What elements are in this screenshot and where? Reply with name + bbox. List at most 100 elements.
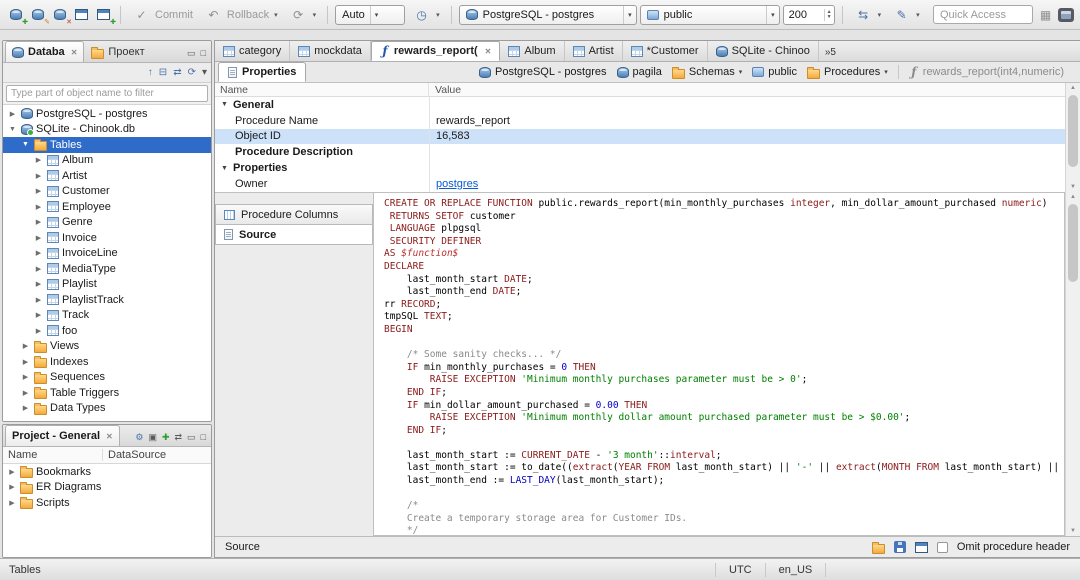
editor-tab-mockdata[interactable]: mockdata bbox=[290, 41, 371, 61]
property-row-procedure-name[interactable]: Procedure Name rewards_report bbox=[215, 112, 1065, 129]
tree-item-data-types[interactable]: ▶ Data Types bbox=[3, 401, 211, 417]
column-header-datasource[interactable]: DataSource bbox=[103, 449, 166, 461]
close-tab-icon[interactable]: ✕ bbox=[485, 47, 492, 56]
chevron-down-icon[interactable]: ▾ bbox=[623, 5, 632, 24]
chevron-right-icon[interactable]: ▶ bbox=[33, 203, 44, 211]
new-connection-icon[interactable]: ✚ bbox=[6, 5, 28, 26]
side-tab-source[interactable]: Source bbox=[215, 224, 373, 245]
tab-project-general[interactable]: Project - General ✕ bbox=[5, 425, 120, 446]
open-file-icon[interactable] bbox=[871, 541, 885, 554]
chevron-right-icon[interactable]: ▶ bbox=[33, 265, 44, 273]
minimize-icon[interactable]: ▭ bbox=[187, 48, 196, 59]
tab-properties[interactable]: Properties bbox=[218, 62, 307, 82]
column-header-name[interactable]: Name bbox=[3, 449, 103, 461]
project-item-bookmarks[interactable]: ▶ Bookmarks bbox=[3, 464, 211, 480]
breadcrumb-item-schemas[interactable]: Schemas ▾ bbox=[671, 66, 743, 79]
chevron-down-icon[interactable]: ▼ bbox=[20, 141, 31, 148]
home-icon[interactable]: ↑ bbox=[148, 67, 153, 78]
property-row-object-id[interactable]: Object ID 16,583 bbox=[215, 128, 1065, 145]
view-menu-icon[interactable]: ▾ bbox=[202, 67, 207, 78]
chevron-right-icon[interactable]: ▶ bbox=[33, 311, 44, 319]
grid-column-value[interactable]: Value bbox=[429, 84, 461, 96]
property-row-procedure-description[interactable]: Procedure Description bbox=[215, 144, 1065, 161]
chevron-right-icon[interactable]: ▶ bbox=[7, 483, 17, 491]
tree-item-artist[interactable]: ▶ Artist bbox=[3, 168, 211, 184]
chevron-down-icon[interactable]: ▾ bbox=[739, 68, 743, 76]
tree-item-indexes[interactable]: ▶ Indexes bbox=[3, 354, 211, 370]
chevron-right-icon[interactable]: ▶ bbox=[33, 187, 44, 195]
chevron-right-icon[interactable]: ▶ bbox=[33, 249, 44, 257]
side-tab-procedure-columns[interactable]: Procedure Columns bbox=[215, 204, 373, 225]
chevron-right-icon[interactable]: ▶ bbox=[20, 373, 31, 381]
chevron-right-icon[interactable]: ▶ bbox=[33, 327, 44, 335]
tab-database-navigator[interactable]: Databa ✕ bbox=[5, 41, 85, 62]
tree-item-customer[interactable]: ▶ Customer bbox=[3, 184, 211, 200]
delete-connection-icon[interactable]: ✕ bbox=[50, 5, 72, 26]
editor-tab-rewards-report[interactable]: rewards_report(✕ bbox=[370, 41, 501, 61]
property-row-properties[interactable]: ▼ Properties bbox=[215, 160, 1065, 176]
tree-item-tables[interactable]: ▼ Tables bbox=[3, 137, 211, 153]
grid-column-name[interactable]: Name bbox=[215, 83, 429, 96]
chevron-right-icon[interactable]: ▶ bbox=[7, 110, 18, 118]
close-tab-icon[interactable]: ✕ bbox=[106, 432, 113, 441]
scroll-up-icon[interactable]: ▲ bbox=[1066, 194, 1080, 200]
chevron-right-icon[interactable]: ▶ bbox=[20, 389, 31, 397]
chevron-right-icon[interactable]: ▶ bbox=[7, 468, 17, 476]
new-sql-editor-icon[interactable]: ✚ bbox=[94, 5, 116, 26]
tree-item-playlist[interactable]: ▶ Playlist bbox=[3, 277, 211, 293]
commit-button[interactable]: ✓ Commit bbox=[128, 5, 197, 25]
breadcrumb-item-public[interactable]: public bbox=[752, 66, 797, 78]
sql-editor-icon[interactable] bbox=[72, 5, 91, 24]
scrollbar-thumb[interactable] bbox=[1068, 95, 1078, 167]
chevron-right-icon[interactable]: ▶ bbox=[33, 296, 44, 304]
project-item-er-diagrams[interactable]: ▶ ER Diagrams bbox=[3, 480, 211, 496]
edit-mode-button[interactable]: ✎ ▾ bbox=[888, 5, 924, 25]
link-with-editor-icon[interactable]: ⇄ bbox=[175, 432, 183, 443]
breadcrumb-item-postgresql-postgres[interactable]: PostgreSQL - postgres bbox=[479, 66, 607, 78]
tree-item-postgresql-postgres[interactable]: ▶ PostgreSQL - postgres bbox=[3, 106, 211, 122]
tree-item-table-triggers[interactable]: ▶ Table Triggers bbox=[3, 385, 211, 401]
property-row-general[interactable]: ▼ General bbox=[215, 97, 1065, 113]
chevron-right-icon[interactable]: ▶ bbox=[33, 172, 44, 180]
scroll-down-icon[interactable]: ▼ bbox=[1066, 528, 1080, 534]
chevron-down-icon[interactable]: ▼ bbox=[7, 126, 18, 133]
chevron-down-icon[interactable]: ▾ bbox=[878, 11, 882, 19]
tree-item-track[interactable]: ▶ Track bbox=[3, 308, 211, 324]
editor-tab-category[interactable]: category bbox=[215, 41, 291, 61]
chevron-right-icon[interactable]: ▶ bbox=[33, 156, 44, 164]
rollback-dropdown-icon[interactable]: ▾ bbox=[274, 11, 278, 19]
editor-tab-album[interactable]: Album bbox=[500, 41, 565, 61]
collapse-all-icon[interactable]: ⊟ bbox=[159, 67, 167, 78]
quick-access-input[interactable]: Quick Access bbox=[933, 5, 1033, 24]
tree-item-invoiceline[interactable]: ▶ InvoiceLine bbox=[3, 246, 211, 262]
tree-item-sqlite-chinook-db[interactable]: ▼ SQLite - Chinook.db bbox=[3, 122, 211, 138]
editor-tab-customer[interactable]: *Customer bbox=[623, 41, 708, 61]
tab-projects[interactable]: Проект bbox=[84, 41, 151, 62]
chevron-right-icon[interactable]: ▶ bbox=[20, 404, 31, 412]
chevron-right-icon[interactable]: ▶ bbox=[33, 234, 44, 242]
editor-tab-sqlite-chinoo[interactable]: SQLite - Chinoo bbox=[708, 41, 819, 61]
editor-tab-artist[interactable]: Artist bbox=[565, 41, 623, 61]
scrollbar-thumb[interactable] bbox=[1068, 204, 1078, 282]
add-icon[interactable]: ✚ bbox=[162, 432, 170, 443]
property-row-owner[interactable]: Owner postgres bbox=[215, 175, 1065, 192]
auto-refresh-dropdown-icon[interactable]: ▾ bbox=[436, 11, 440, 19]
edit-connection-icon[interactable]: ✎ bbox=[28, 5, 50, 26]
chevron-down-icon[interactable]: ▾ bbox=[369, 5, 378, 24]
save-icon[interactable] bbox=[893, 541, 906, 553]
tree-item-sequences[interactable]: ▶ Sequences bbox=[3, 370, 211, 386]
commit-mode-combo[interactable]: Auto ▾ bbox=[335, 4, 406, 25]
chevron-right-icon[interactable]: ▶ bbox=[20, 358, 31, 366]
maximize-icon[interactable]: □ bbox=[201, 432, 206, 443]
open-in-sql-editor-icon[interactable] bbox=[914, 541, 928, 553]
fetch-size-stepper[interactable]: 200 ▲ ▼ bbox=[782, 4, 835, 25]
chevron-right-icon[interactable]: ▶ bbox=[20, 342, 31, 350]
copy-icon[interactable]: ▣ bbox=[148, 432, 157, 443]
stepper-arrows[interactable]: ▲ ▼ bbox=[823, 8, 834, 21]
properties-scrollbar[interactable]: ▲ ▼ bbox=[1065, 83, 1080, 192]
maximize-icon[interactable]: □ bbox=[201, 48, 206, 59]
source-scrollbar[interactable]: ▲ ▼ bbox=[1065, 192, 1080, 536]
data-transfer-button[interactable]: ⇆ ▾ bbox=[850, 5, 886, 25]
gear-icon[interactable]: ⚙ bbox=[135, 432, 143, 443]
rollback-button[interactable]: ↶ Rollback ▾ bbox=[200, 5, 282, 25]
